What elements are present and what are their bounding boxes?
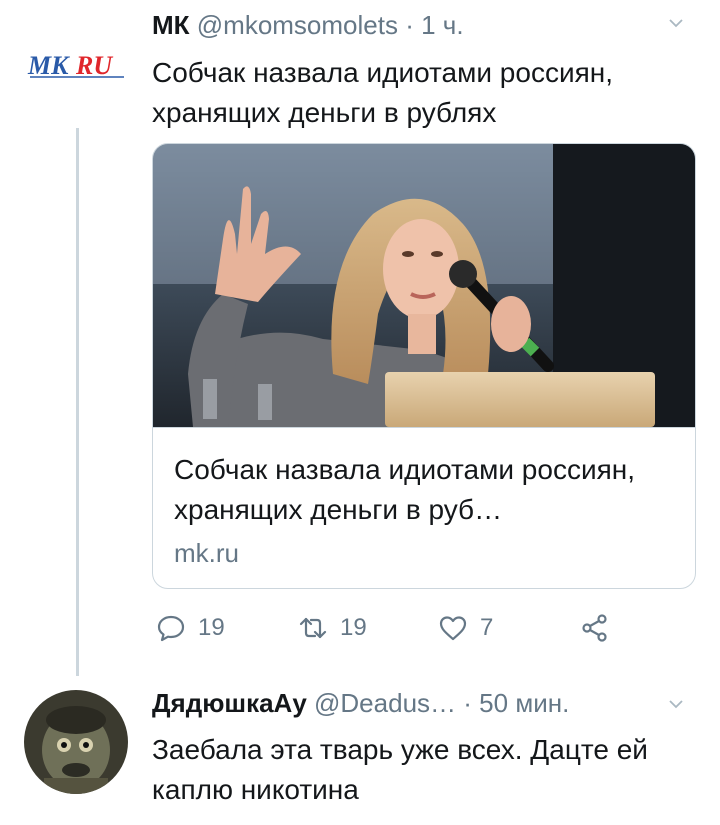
reply-button[interactable]: 19 xyxy=(156,608,225,648)
tweet-author-handle[interactable]: @mkomsomolets xyxy=(197,10,398,40)
reply-author-name[interactable]: ДядюшкаАу xyxy=(152,688,307,718)
share-icon xyxy=(580,613,610,643)
retweet-button[interactable]: 19 xyxy=(298,608,367,648)
link-preview-card[interactable]: Собчак назвала идиотами россиян, хранящи… xyxy=(152,143,696,589)
thread-line xyxy=(76,128,79,676)
card-divider xyxy=(153,427,695,428)
share-button[interactable] xyxy=(580,608,610,648)
tweet-timestamp[interactable]: 1 ч. xyxy=(421,10,463,40)
tweet-text: Собчак назвала идиотами россиян, хранящи… xyxy=(152,57,613,128)
tweet-author-name[interactable]: МК xyxy=(152,10,190,40)
reply-text: Заебала эта тварь уже всех. Дацте ей кап… xyxy=(152,734,648,805)
tweet-actions: 19 19 7 xyxy=(152,608,712,648)
retweet-count: 19 xyxy=(340,614,367,641)
mk-logo-text-mk: MK xyxy=(27,51,70,80)
tweet-menu-chevron-down-icon[interactable] xyxy=(669,16,683,30)
mk-logo-avatar[interactable]: MK RU xyxy=(26,50,134,80)
card-title[interactable]: Собчак назвала идиотами россиян, хранящи… xyxy=(174,450,679,530)
reply-avatar[interactable] xyxy=(24,690,128,794)
reply-author-handle[interactable]: @Deadus… xyxy=(314,688,456,718)
retweet-icon xyxy=(298,613,328,643)
card-image xyxy=(153,144,695,427)
card-domain[interactable]: mk.ru xyxy=(174,538,239,569)
reply-timestamp[interactable]: 50 мин. xyxy=(479,688,569,718)
mk-logo-text-ru: RU xyxy=(75,51,113,80)
like-button[interactable]: 7 xyxy=(438,608,493,648)
heart-icon xyxy=(438,613,468,643)
tweet-separator: · xyxy=(405,10,414,40)
reply-menu-chevron-down-icon[interactable] xyxy=(669,697,683,711)
reply-count: 19 xyxy=(198,614,225,641)
reply-separator: · xyxy=(463,688,472,718)
like-count: 7 xyxy=(480,614,494,641)
reply-icon xyxy=(156,613,186,643)
tweet-header: МК @mkomsomolets · 1 ч. xyxy=(152,10,464,41)
reply-header: ДядюшкаАу @Deadus… · 50 мин. xyxy=(152,688,569,719)
